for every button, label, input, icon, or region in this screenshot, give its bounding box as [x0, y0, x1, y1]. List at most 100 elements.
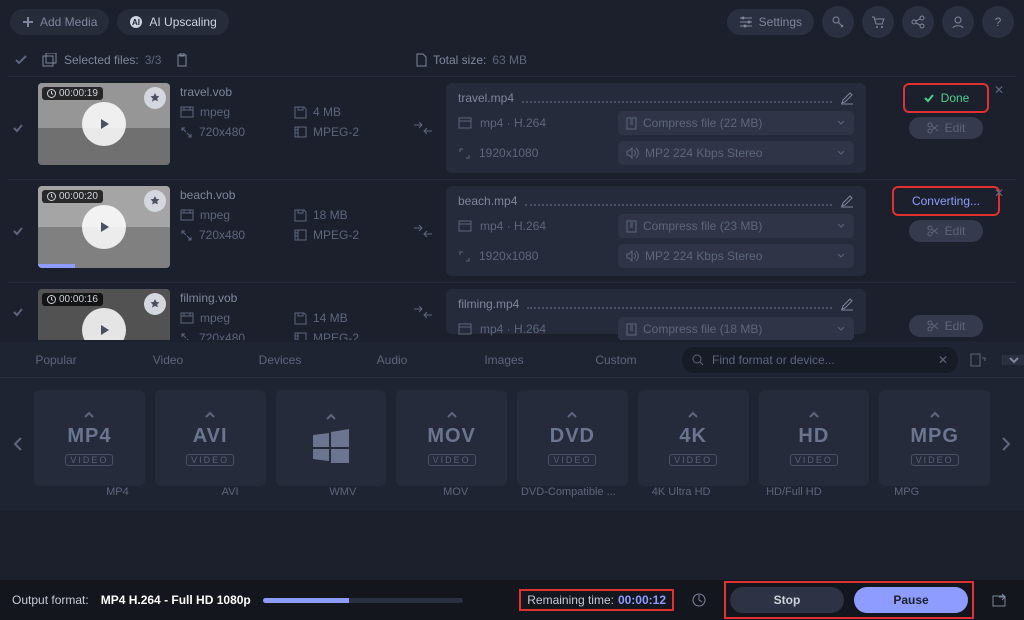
container-icon: [458, 117, 472, 129]
format-card-mov[interactable]: MOVVIDEO: [396, 390, 507, 486]
row-select-check[interactable]: [8, 83, 28, 173]
chevron-down-icon: [836, 149, 846, 157]
tab-images[interactable]: Images: [448, 344, 560, 376]
container-icon: [180, 209, 194, 221]
rename-button[interactable]: [840, 194, 854, 208]
format-panel: PopularVideoDevicesAudioImagesCustom Fin…: [0, 342, 1024, 510]
audio-dropdown[interactable]: MP2 224 Kbps Stereo: [618, 141, 854, 165]
remaining-value: 00:00:12: [618, 593, 666, 607]
settings-button[interactable]: Settings: [727, 9, 814, 35]
settings-label: Settings: [759, 15, 802, 29]
output-settings: filming.mp4 mp4 · H.264 Compress file (1…: [446, 289, 866, 334]
codec-icon: [294, 332, 307, 340]
compress-dropdown[interactable]: Compress file (22 MB): [618, 111, 854, 135]
format-search[interactable]: Find format or device... ✕: [682, 347, 958, 373]
tab-popular[interactable]: Popular: [0, 344, 112, 376]
play-icon[interactable]: [82, 102, 126, 146]
overall-progress: [263, 598, 463, 603]
play-icon[interactable]: [82, 308, 126, 340]
rename-button[interactable]: [840, 91, 854, 105]
rename-button[interactable]: [840, 297, 854, 311]
compress-dropdown[interactable]: Compress file (18 MB): [618, 317, 854, 340]
carousel-prev-button[interactable]: [4, 378, 32, 510]
remove-row-button[interactable]: ✕: [994, 186, 1010, 202]
compress-icon: [626, 220, 637, 233]
size-value: 18 MB: [313, 208, 348, 222]
shutdown-after-button[interactable]: [686, 587, 712, 613]
tab-video[interactable]: Video: [112, 344, 224, 376]
container-icon: [180, 312, 194, 324]
codec-value: MPEG-2: [313, 331, 359, 340]
file-icon: [415, 53, 427, 67]
collapse-panel-button[interactable]: [1002, 355, 1024, 365]
output-format-row: mp4 · H.264: [480, 322, 546, 336]
thumbnail[interactable]: 00:00:16: [38, 289, 170, 340]
format-tabs: PopularVideoDevicesAudioImagesCustom Fin…: [0, 342, 1024, 378]
format-card-wmv[interactable]: [276, 390, 387, 486]
stop-button[interactable]: Stop: [730, 587, 844, 613]
row-select-check[interactable]: [8, 289, 28, 334]
format-card-label: AVI: [179, 486, 282, 504]
total-size: 63 MB: [492, 53, 527, 67]
account-button[interactable]: [942, 6, 974, 38]
resolution-value: 720x480: [199, 125, 245, 139]
format-card-label: MOV: [404, 486, 507, 504]
audio-dropdown[interactable]: MP2 224 Kbps Stereo: [618, 244, 854, 268]
format-card-mpg[interactable]: MPGVIDEO: [879, 390, 990, 486]
codec-icon: [294, 126, 307, 138]
format-card-hd-full-hd[interactable]: HDVIDEO: [759, 390, 870, 486]
chevron-down-icon: [836, 119, 846, 127]
chevron-up-icon: [808, 411, 820, 419]
container-icon: [180, 106, 194, 118]
format-card-avi[interactable]: AVIVIDEO: [155, 390, 266, 486]
thumbnail[interactable]: 00:00:20: [38, 186, 170, 268]
resize-icon: [180, 229, 193, 242]
chevron-down-icon: [836, 325, 846, 333]
thumbnail[interactable]: 00:00:19: [38, 83, 170, 165]
cart-button[interactable]: [862, 6, 894, 38]
tab-custom[interactable]: Custom: [560, 344, 672, 376]
select-all-check[interactable]: [14, 53, 28, 67]
preset-save-button[interactable]: [964, 346, 992, 374]
bottom-bar: Output format: MP4 H.264 - Full HD 1080p…: [0, 580, 1024, 620]
edit-button[interactable]: Edit: [909, 315, 984, 337]
container-value: mpeg: [200, 311, 230, 325]
source-filename: filming.vob: [180, 291, 400, 305]
resize-icon: [458, 147, 471, 160]
format-card-dvd-compatible-[interactable]: DVDVIDEO: [517, 390, 628, 486]
format-card-mp4[interactable]: MP4VIDEO: [34, 390, 145, 486]
key-button[interactable]: [822, 6, 854, 38]
output-format-value[interactable]: MP4 H.264 - Full HD 1080p: [101, 593, 251, 607]
share-icon: [911, 15, 925, 29]
selected-label: Selected files:: [64, 53, 139, 67]
key-icon: [831, 15, 845, 29]
format-card-label: MP4: [66, 486, 169, 504]
open-output-folder-button[interactable]: [986, 587, 1012, 613]
clear-search-icon[interactable]: ✕: [938, 353, 948, 367]
remaining-time: Remaining time: 00:00:12: [519, 589, 674, 611]
tab-audio[interactable]: Audio: [336, 344, 448, 376]
row-select-check[interactable]: [8, 186, 28, 276]
file-row: 00:00:19 travel.vob mpeg 4 MB 720x480 MP…: [8, 76, 1016, 179]
output-resolution: 1920x1080: [479, 146, 538, 160]
edit-button[interactable]: Edit: [909, 220, 984, 242]
format-card-label: WMV: [292, 486, 395, 504]
ai-upscaling-label: AI Upscaling: [149, 15, 216, 29]
remove-row-button[interactable]: ✕: [994, 83, 1010, 99]
source-meta: beach.vob mpeg 18 MB 720x480 MPEG-2: [180, 186, 400, 276]
carousel-next-button[interactable]: [992, 378, 1020, 510]
edit-button[interactable]: Edit: [909, 117, 984, 139]
clipboard-button[interactable]: [175, 53, 189, 67]
share-button[interactable]: [902, 6, 934, 38]
compress-dropdown[interactable]: Compress file (23 MB): [618, 214, 854, 238]
resize-icon: [180, 332, 193, 341]
format-card-4k-ultra-hd[interactable]: 4KVIDEO: [638, 390, 749, 486]
ai-upscaling-button[interactable]: AI AI Upscaling: [117, 9, 228, 35]
play-icon[interactable]: [82, 205, 126, 249]
help-button[interactable]: ?: [982, 6, 1014, 38]
pause-button[interactable]: Pause: [854, 587, 968, 613]
add-media-button[interactable]: Add Media: [10, 9, 109, 35]
disk-icon: [294, 106, 307, 119]
tab-devices[interactable]: Devices: [224, 344, 336, 376]
source-filename: travel.vob: [180, 85, 400, 99]
